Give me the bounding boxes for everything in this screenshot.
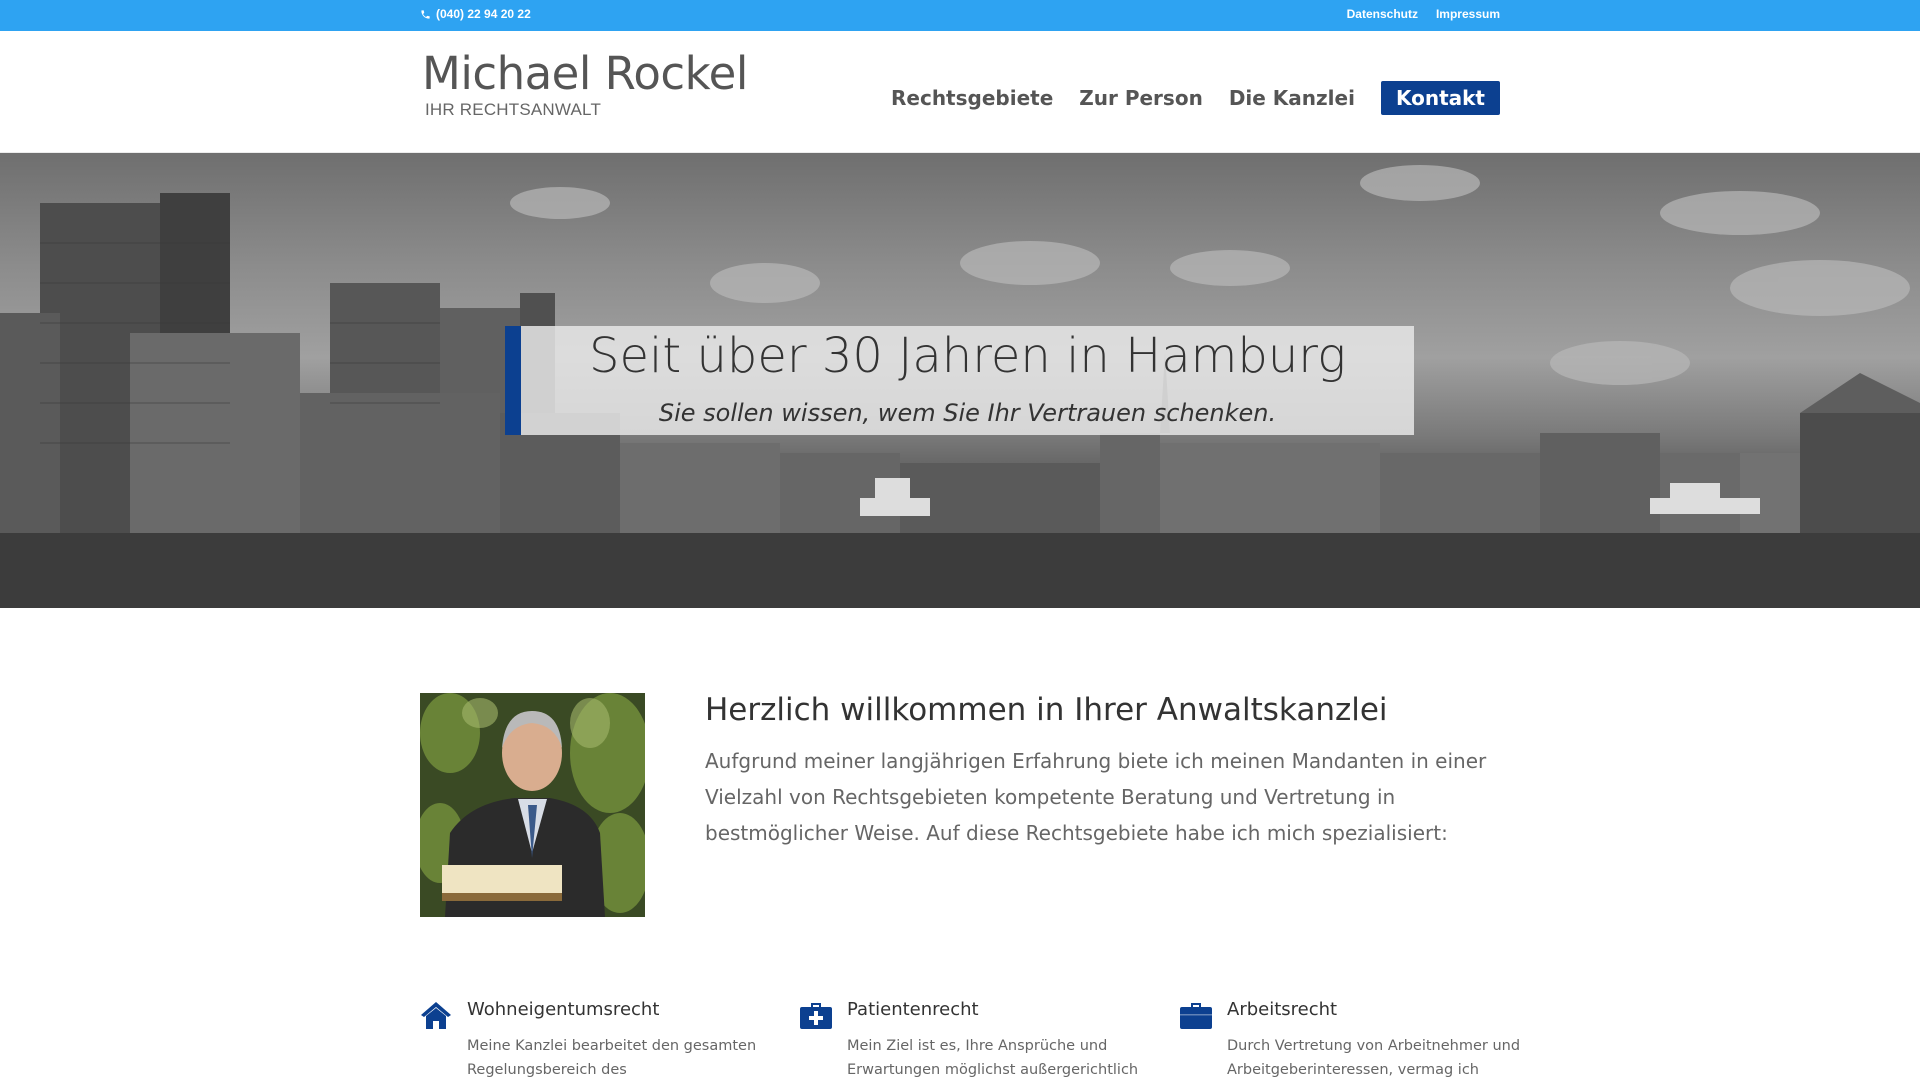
feature-title: Wohneigentumsrecht xyxy=(467,999,660,1020)
nav-die-kanzlei[interactable]: Die Kanzlei xyxy=(1229,86,1355,110)
home-icon xyxy=(421,1002,451,1029)
logo-name: Michael Rockel xyxy=(422,47,748,100)
feature-text: Mein Ziel ist es, Ihre Ansprüche und Erw… xyxy=(847,1038,1139,1078)
hero-accent-bar xyxy=(505,326,521,435)
feature-text: Meine Kanzlei bearbeitet den gesamten Re… xyxy=(467,1038,757,1078)
link-datenschutz[interactable]: Datenschutz xyxy=(1347,7,1418,21)
hero-title: Seit über 30 Jahren in Hamburg xyxy=(589,328,1346,384)
top-bar: (040) 22 94 20 22 Datenschutz Impressum xyxy=(0,0,1920,31)
nav-rechtsgebiete[interactable]: Rechtsgebiete xyxy=(891,86,1053,110)
site-logo[interactable]: Michael Rockel IHR RECHTSANWALT xyxy=(422,51,748,120)
phone-icon xyxy=(421,9,430,19)
medical-kit-icon xyxy=(800,1003,832,1029)
link-impressum[interactable]: Impressum xyxy=(1436,7,1500,21)
feature-title: Patientenrecht xyxy=(847,999,979,1020)
nav-zur-person[interactable]: Zur Person xyxy=(1079,86,1203,110)
nav-kontakt-button[interactable]: Kontakt xyxy=(1380,81,1500,115)
hero-caption-box: Seit über 30 Jahren in Hamburg Sie solle… xyxy=(505,326,1414,435)
hero-banner: Seit über 30 Jahren in Hamburg Sie solle… xyxy=(0,153,1920,608)
logo-tagline: IHR RECHTSANWALT xyxy=(425,100,602,119)
feature-title: Arbeitsrecht xyxy=(1227,999,1338,1020)
welcome-heading: Herzlich willkommen in Ihrer Anwaltskanz… xyxy=(705,692,1388,728)
phone-number-text: (040) 22 94 20 22 xyxy=(436,7,531,21)
feature-text: Durch Vertretung von Arbeitnehmer und Ar… xyxy=(1227,1038,1521,1078)
lawyer-portrait-image xyxy=(420,693,645,917)
site-header: Michael Rockel IHR RECHTSANWALT Rechtsge… xyxy=(0,31,1920,153)
hero-subtitle: Sie sollen wissen, wem Sie Ihr Vertrauen… xyxy=(658,399,1277,427)
welcome-text: Aufgrund meiner langjährigen Erfahrung b… xyxy=(705,749,1487,845)
briefcase-icon xyxy=(1180,1003,1212,1029)
main-nav: Rechtsgebiete Zur Person Die Kanzlei Kon… xyxy=(891,81,1500,115)
phone-number[interactable]: (040) 22 94 20 22 xyxy=(420,7,531,21)
